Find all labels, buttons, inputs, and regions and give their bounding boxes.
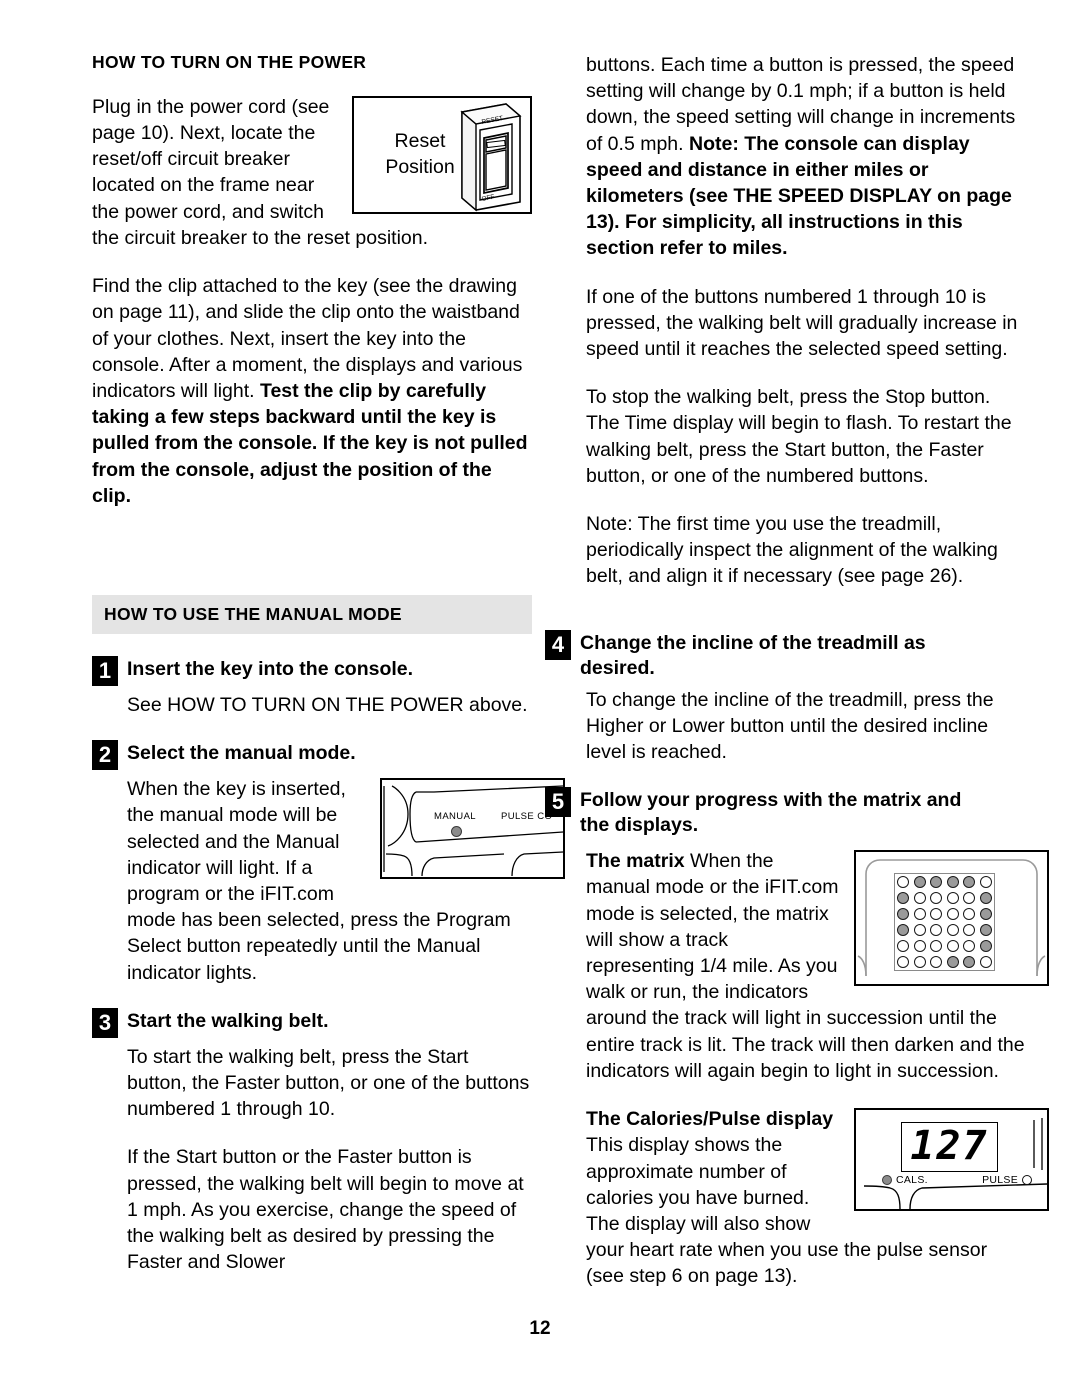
step-2-badge: 2	[92, 740, 118, 771]
step-3-text-2: If the Start button or the Faster button…	[127, 1146, 524, 1274]
matrix-dot	[930, 956, 943, 969]
step-1-badge: 1	[92, 655, 118, 686]
step-2-title: Select the manual mode.	[127, 742, 356, 765]
calories-pulse-indicator-row: CALS. PULSE	[882, 1174, 1032, 1186]
step-5-title: Follow your progress with the matrix and…	[580, 789, 962, 837]
matrix-dot	[913, 924, 926, 937]
step-5-badge: 5	[545, 787, 571, 818]
matrix-dot-grid	[894, 873, 995, 972]
matrix-dot	[946, 892, 959, 905]
matrix-dot	[963, 924, 976, 937]
step-3-header: 3 Start the walking belt.	[92, 1007, 532, 1038]
matrix-dot	[979, 956, 992, 969]
matrix-dot	[963, 876, 976, 889]
power-paragraph-2: Find the clip attached to the key (see t…	[92, 273, 532, 509]
right-paragraph-1: buttons. Each time a button is pressed, …	[586, 52, 1026, 262]
right-paragraph-3: To stop the walking belt, press the Stop…	[586, 386, 1012, 487]
matrix-dot	[930, 908, 943, 921]
matrix-dot	[913, 956, 926, 969]
matrix-dot	[913, 892, 926, 905]
matrix-dot	[930, 892, 943, 905]
step-4: 4 Change the incline of the treadmill as…	[545, 629, 1026, 766]
breaker-switch-drawing: RESET OFF	[460, 103, 522, 212]
matrix-dot	[963, 892, 976, 905]
matrix-dot	[979, 876, 992, 889]
lcd-value: 127	[910, 1123, 989, 1170]
step-4-title: Change the incline of the treadmill as d…	[580, 631, 926, 679]
step-1-text: See HOW TO TURN ON THE POWER above.	[127, 693, 528, 716]
step-3-title: Start the walking belt.	[127, 1009, 329, 1032]
step-1-body: See HOW TO TURN ON THE POWER above.	[127, 692, 532, 718]
matrix-dot	[963, 940, 976, 953]
step-2-header: 2 Select the manual mode.	[92, 740, 532, 771]
step-3: 3 Start the walking belt. To start the w…	[92, 1007, 532, 1276]
step-1-header: 1 Insert the key into the console.	[92, 655, 532, 686]
matrix-dot	[979, 924, 992, 937]
console-panel-drawing	[383, 785, 563, 877]
matrix-dot	[946, 956, 959, 969]
figure-console-manual: MANUAL PULSE CO	[380, 778, 565, 880]
matrix-dot	[930, 924, 943, 937]
console-label-manual: MANUAL	[434, 811, 476, 823]
step-5-calories-block: 127 CALS. PULSE The Calories/Pulse displ…	[586, 1106, 1049, 1311]
matrix-dot	[930, 876, 943, 889]
section-heading-manual-mode: HOW TO USE THE MANUAL MODE	[104, 603, 402, 624]
matrix-dot	[946, 876, 959, 889]
figure-calories-pulse-display: 127 CALS. PULSE	[854, 1108, 1049, 1212]
step-3-text-1: To start the walking belt, press the Sta…	[127, 1045, 530, 1121]
figure-reset-position: Reset Position RESET OFF	[352, 95, 532, 214]
lcd-screen: 127	[901, 1122, 998, 1173]
matrix-dot	[946, 940, 959, 953]
step-4-body: To change the incline of the treadmill, …	[586, 687, 1026, 766]
step-4-text: To change the incline of the treadmill, …	[586, 688, 994, 764]
right-column: buttons. Each time a button is pressed, …	[545, 52, 1049, 1312]
label-pulse: PULSE	[982, 1174, 1018, 1187]
matrix-dot	[913, 908, 926, 921]
matrix-dot	[946, 924, 959, 937]
cals-indicator-dot	[882, 1175, 892, 1186]
matrix-dot	[897, 892, 910, 905]
label-cals: CALS.	[896, 1174, 928, 1187]
section-heading-power: HOW TO TURN ON THE POWER	[92, 52, 367, 72]
pulse-indicator-dot	[1022, 1175, 1032, 1186]
matrix-dot	[963, 908, 976, 921]
page-number: 12	[529, 1318, 551, 1339]
matrix-dot	[979, 892, 992, 905]
matrix-dot	[930, 940, 943, 953]
left-column: HOW TO TURN ON THE POWER Reset Position	[92, 52, 565, 1297]
matrix-dot	[897, 876, 910, 889]
matrix-dot	[963, 956, 976, 969]
matrix-dot	[913, 940, 926, 953]
matrix-dot	[897, 940, 910, 953]
step-2: 2 Select the manual mode. MANUAL PULSE C…	[92, 740, 565, 1008]
step-3-badge: 3	[92, 1007, 118, 1038]
step-5: 5 Follow your progress with the matrix a…	[545, 787, 1049, 1311]
step-1: 1 Insert the key into the console. See H…	[92, 655, 532, 718]
matrix-dot	[979, 940, 992, 953]
power-intro-block: Reset Position RESET OFF Plug in the pow…	[92, 94, 532, 273]
figure-matrix-display	[854, 850, 1049, 987]
matrix-dot	[897, 956, 910, 969]
matrix-dot	[897, 908, 910, 921]
step-1-title: Insert the key into the console.	[127, 657, 414, 680]
matrix-paragraph-bold: The matrix	[586, 850, 691, 873]
step-5-header: 5 Follow your progress with the matrix a…	[545, 787, 1026, 838]
calories-paragraph-bold: The Calories/Pulse display	[586, 1108, 834, 1131]
right-paragraph-2: If one of the buttons numbered 1 through…	[586, 285, 1018, 361]
step-3-body: To start the walking belt, press the Sta…	[127, 1044, 532, 1276]
matrix-dot	[979, 908, 992, 921]
step-4-header: 4 Change the incline of the treadmill as…	[545, 629, 1026, 681]
step-4-badge: 4	[545, 629, 571, 660]
step-5-matrix-block: The matrix When the manual mode or the i…	[586, 848, 1049, 1106]
matrix-dot	[897, 924, 910, 937]
manual-page: HOW TO TURN ON THE POWER Reset Position	[0, 0, 1080, 1397]
right-paragraph-4: Note: The first time you use the treadmi…	[586, 513, 998, 588]
section-band-manual-mode: HOW TO USE THE MANUAL MODE	[92, 594, 532, 634]
step-2-body: MANUAL PULSE CO When the key is inserted…	[127, 776, 565, 1008]
matrix-dot	[946, 908, 959, 921]
matrix-dot	[913, 876, 926, 889]
